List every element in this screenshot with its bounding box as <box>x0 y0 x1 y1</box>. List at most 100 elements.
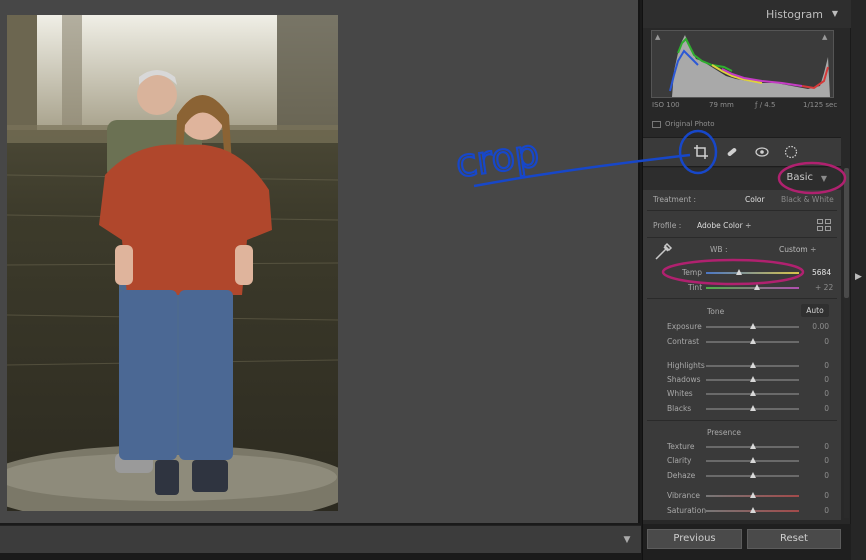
shadows-slider-thumb[interactable] <box>749 376 756 382</box>
clarity-value[interactable]: 0 <box>824 456 829 465</box>
texture-label: Texture <box>667 442 695 451</box>
original-photo-label: Original Photo <box>665 120 715 128</box>
dehaze-slider-thumb[interactable] <box>749 472 756 478</box>
histogram-curve <box>669 35 830 97</box>
auto-button[interactable]: Auto <box>801 304 829 317</box>
wb-dropdown[interactable]: Custom ÷ <box>779 245 816 254</box>
tint-slider[interactable] <box>706 284 799 290</box>
whites-slider-thumb[interactable] <box>749 390 756 396</box>
exposure-slider-thumb[interactable] <box>749 323 756 329</box>
panel-footer: Previous Reset <box>643 524 851 560</box>
basic-panel-header[interactable]: Basic ▼ <box>643 168 841 190</box>
right-panel-edge[interactable]: ▶ <box>851 0 866 560</box>
mask-icon[interactable] <box>783 145 799 161</box>
temp-value[interactable]: 5684 <box>812 268 831 277</box>
divider <box>647 420 837 421</box>
treatment-color-option[interactable]: Color <box>745 195 765 204</box>
saturation-slider-thumb[interactable] <box>749 507 756 513</box>
blacks-label: Blacks <box>667 404 692 413</box>
tint-label: Tint <box>688 283 703 292</box>
shadows-value[interactable]: 0 <box>824 375 829 384</box>
photo-image <box>7 15 338 511</box>
exif-shutter: 1/125 sec <box>803 101 838 109</box>
filmstrip-toolbar: ▼ <box>0 525 641 553</box>
original-photo-toggle[interactable]: Original Photo <box>652 120 715 128</box>
highlight-clipping-icon[interactable]: ▲ <box>822 34 830 41</box>
texture-slider[interactable] <box>706 443 799 449</box>
profile-label: Profile : <box>653 221 682 230</box>
lightroom-develop-window: ▼ Histogram ▼ ▲ ▲ ISO 100 79 mm ƒ / 4.5 … <box>0 0 866 560</box>
histogram-title: Histogram <box>765 8 823 21</box>
blacks-slider[interactable] <box>706 405 799 411</box>
treatment-bw-option[interactable]: Black & White <box>781 195 834 204</box>
heal-icon[interactable] <box>724 145 740 161</box>
panel-scrollbar-thumb[interactable] <box>844 168 849 298</box>
crop-icon[interactable] <box>693 145 709 161</box>
original-photo-checkbox[interactable] <box>652 120 661 128</box>
collapse-triangle-icon[interactable]: ▼ <box>832 9 838 18</box>
whites-slider[interactable] <box>706 390 799 396</box>
exposure-label: Exposure <box>667 322 702 331</box>
histogram-graph[interactable]: ▲ ▲ <box>651 30 834 98</box>
temp-slider[interactable] <box>706 269 799 275</box>
whites-value[interactable]: 0 <box>824 389 829 398</box>
histogram-header[interactable]: Histogram ▼ <box>643 0 851 28</box>
image-canvas[interactable] <box>0 0 640 523</box>
exif-aperture: ƒ / 4.5 <box>755 101 776 109</box>
saturation-value[interactable]: 0 <box>824 506 829 515</box>
dehaze-label: Dehaze <box>667 471 696 480</box>
profile-browser-icon[interactable] <box>817 219 831 231</box>
highlights-label: Highlights <box>667 361 705 370</box>
divider <box>647 237 837 238</box>
treatment-label: Treatment : <box>653 195 697 204</box>
develop-right-panel: Histogram ▼ ▲ ▲ ISO 100 79 mm ƒ / 4.5 1/… <box>642 0 851 560</box>
saturation-slider[interactable] <box>706 507 799 513</box>
tool-strip <box>643 137 841 167</box>
divider <box>647 210 837 211</box>
whites-label: Whites <box>667 389 693 398</box>
blacks-slider-thumb[interactable] <box>749 405 756 411</box>
expand-panel-arrow-icon[interactable]: ▶ <box>855 272 862 282</box>
photo-preview[interactable] <box>7 15 338 511</box>
vibrance-slider[interactable] <box>706 492 799 498</box>
clarity-slider-thumb[interactable] <box>749 457 756 463</box>
collapse-triangle-icon[interactable]: ▼ <box>821 174 827 183</box>
highlights-value[interactable]: 0 <box>824 361 829 370</box>
vibrance-label: Vibrance <box>667 491 700 500</box>
exif-focal-length: 79 mm <box>709 101 734 109</box>
divider <box>647 298 837 299</box>
clarity-slider[interactable] <box>706 457 799 463</box>
contrast-value[interactable]: 0 <box>824 337 829 346</box>
vibrance-slider-thumb[interactable] <box>749 492 756 498</box>
contrast-slider[interactable] <box>706 338 799 344</box>
clarity-label: Clarity <box>667 456 692 465</box>
tint-slider-thumb[interactable] <box>754 284 761 290</box>
contrast-label: Contrast <box>667 337 700 346</box>
profile-dropdown[interactable]: Adobe Color ÷ <box>697 221 751 230</box>
shadows-slider[interactable] <box>706 376 799 382</box>
temp-slider-thumb[interactable] <box>736 269 743 275</box>
exposure-value[interactable]: 0.00 <box>812 322 829 331</box>
exif-iso: ISO 100 <box>652 101 680 109</box>
contrast-slider-thumb[interactable] <box>749 338 756 344</box>
exposure-slider[interactable] <box>706 323 799 329</box>
basic-panel-body: Treatment : Color Black & White Profile … <box>643 190 841 520</box>
vibrance-value[interactable]: 0 <box>824 491 829 500</box>
eyedropper-icon[interactable] <box>653 240 675 262</box>
shadow-clipping-icon[interactable]: ▲ <box>655 34 663 41</box>
reset-button[interactable]: Reset <box>747 529 841 549</box>
tint-value[interactable]: + 22 <box>815 283 833 292</box>
texture-slider-thumb[interactable] <box>749 443 756 449</box>
texture-value[interactable]: 0 <box>824 442 829 451</box>
basic-panel-title: Basic <box>786 172 813 183</box>
redeye-icon[interactable] <box>754 145 770 161</box>
temp-label: Temp <box>682 268 702 277</box>
shadows-label: Shadows <box>667 375 701 384</box>
highlights-slider[interactable] <box>706 362 799 368</box>
dehaze-slider[interactable] <box>706 472 799 478</box>
dehaze-value[interactable]: 0 <box>824 471 829 480</box>
highlights-slider-thumb[interactable] <box>749 362 756 368</box>
blacks-value[interactable]: 0 <box>824 404 829 413</box>
filmstrip-toggle-icon[interactable]: ▼ <box>617 531 637 549</box>
previous-button[interactable]: Previous <box>647 529 742 549</box>
